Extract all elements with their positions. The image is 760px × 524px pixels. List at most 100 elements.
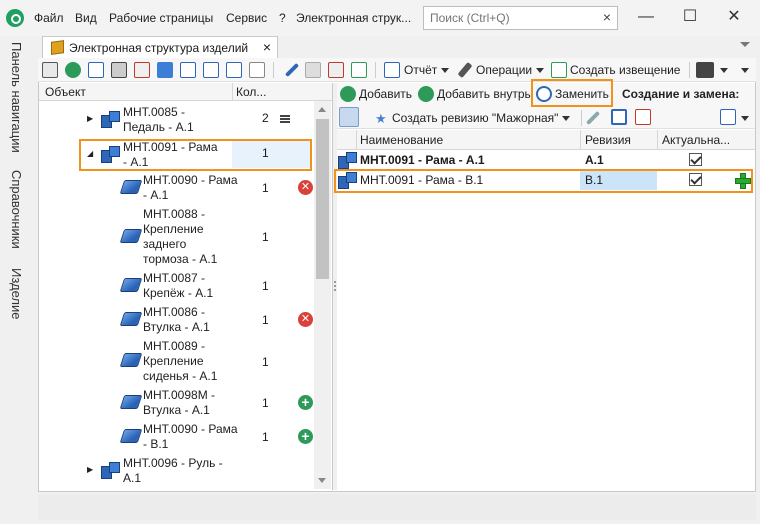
pencil-icon[interactable] — [284, 62, 300, 78]
grid-row[interactable]: МНТ.0091 - Рама - В.1 В.1 — [337, 170, 753, 191]
side-tab-navigation[interactable]: Панель навигации — [9, 42, 24, 153]
column-count[interactable]: Кол... — [236, 85, 266, 99]
create-notice-button[interactable]: Создать извещение — [570, 63, 680, 77]
tree-row-label: МНТ.0090 - Рама - В.1 — [143, 422, 238, 451]
toolbar-separator — [375, 62, 376, 78]
tree-row[interactable]: МНТ.0098М - Втулка - А.1 1 + — [39, 388, 315, 418]
check-icon[interactable] — [351, 62, 367, 78]
tree-row[interactable]: МНТ.0090 - Рама - В.1 1 + — [39, 422, 315, 452]
add-status-icon: + — [298, 429, 313, 444]
tree-row[interactable]: МНТ.0088 - Крепление заднего тормоза - А… — [39, 207, 315, 269]
tree-row[interactable]: ▶ МНТ.0085 - Педаль - А.1 2 — [39, 105, 315, 135]
scroll-up-icon[interactable] — [318, 107, 326, 112]
columns-dropdown[interactable] — [737, 111, 749, 125]
part-icon — [119, 395, 143, 409]
menu-icon[interactable] — [280, 115, 290, 123]
delete-icon[interactable] — [328, 62, 344, 78]
report-icon — [384, 62, 400, 78]
actual-checkbox[interactable] — [689, 173, 702, 186]
cad-icon[interactable] — [249, 62, 265, 78]
paste-icon[interactable] — [134, 62, 150, 78]
columns-icon[interactable] — [720, 109, 736, 125]
replace-button[interactable]: Заменить — [555, 87, 609, 101]
tree-row-count: 1 — [262, 355, 269, 369]
tree-row[interactable]: МНТ.0087 - Крепёж - А.1 1 — [39, 271, 315, 301]
tree-row-label: МНТ.0096 - Руль - А.1 — [123, 456, 223, 485]
create-revision-button[interactable]: Создать ревизию "Мажорная" — [392, 111, 571, 125]
more-dropdown[interactable] — [737, 63, 749, 77]
part-icon — [119, 229, 143, 243]
add-icon[interactable] — [65, 62, 81, 78]
table-icon[interactable] — [88, 62, 104, 78]
tree-row[interactable]: ◢ МНТ.0091 - Рама - А.1 1 — [39, 140, 315, 170]
save-revision-icon[interactable] — [611, 109, 627, 125]
hammer-icon — [457, 61, 473, 79]
tree-row[interactable]: ▶ МНТ.0096 - Руль - А.1 — [39, 456, 315, 486]
collapse-icon[interactable]: ◢ — [87, 149, 93, 158]
edit-icon[interactable] — [42, 62, 58, 78]
add-check-icon — [340, 86, 356, 102]
tree-scrollbar[interactable] — [314, 101, 331, 489]
copy-icon[interactable] — [111, 62, 127, 78]
operations-label: Операции — [476, 63, 533, 77]
grid-icon[interactable] — [226, 62, 242, 78]
list-icon[interactable] — [180, 62, 196, 78]
tree-row-count: 1 — [262, 430, 269, 444]
checklist-icon[interactable] — [203, 62, 219, 78]
print-dropdown[interactable] — [716, 63, 728, 77]
tree-row-count: 1 — [262, 230, 269, 244]
column-actual[interactable]: Актуальна... — [662, 133, 730, 147]
report-menu[interactable]: Отчёт — [404, 63, 450, 77]
close-window-button[interactable]: ✕ — [720, 6, 748, 28]
expand-icon[interactable]: ▶ — [87, 114, 93, 123]
remove-status-icon: ✕ — [298, 312, 313, 327]
tree-row-label: МНТ.0091 - Рама - А.1 — [123, 140, 218, 169]
menu-file[interactable]: Файл — [34, 11, 64, 25]
scroll-thumb[interactable] — [316, 119, 329, 279]
toolbar-separator — [689, 62, 690, 78]
chevron-down-icon — [741, 68, 749, 74]
tree-row[interactable]: МНТ.0086 - Втулка - А.1 1 ✕ — [39, 305, 315, 335]
tree-icon[interactable] — [157, 62, 173, 78]
printer-icon[interactable] — [696, 62, 714, 78]
menu-service[interactable]: Сервис — [226, 11, 267, 25]
tab-list-dropdown-icon[interactable] — [740, 42, 750, 47]
tree-row[interactable]: МНТ.0089 - Крепление сиденья - А.1 1 — [39, 339, 315, 385]
minimize-button[interactable]: — — [632, 6, 660, 28]
search-input[interactable] — [424, 7, 584, 29]
side-tab-product[interactable]: Изделие — [9, 268, 24, 319]
close-tab-icon[interactable]: × — [263, 39, 271, 55]
add-status-icon: + — [298, 395, 313, 410]
tree-row-count: 1 — [262, 279, 269, 293]
document-tab[interactable]: Электронная структура изделий × — [42, 36, 278, 58]
column-object[interactable]: Объект — [45, 85, 86, 99]
side-tab-references[interactable]: Справочники — [9, 170, 24, 249]
save-icon[interactable] — [305, 62, 321, 78]
tree-row-label: МНТ.0086 - Втулка - А.1 — [143, 305, 210, 334]
add-button[interactable]: Добавить — [359, 87, 412, 101]
chevron-down-icon — [720, 68, 728, 74]
column-name[interactable]: Наименование — [360, 133, 443, 147]
clear-search-icon[interactable]: × — [603, 9, 611, 25]
expand-icon[interactable]: ▶ — [87, 465, 93, 474]
edit-pencil-icon[interactable] — [585, 110, 601, 126]
actual-checkbox[interactable] — [689, 153, 702, 166]
search-box[interactable]: × — [423, 6, 618, 30]
chevron-down-icon — [536, 68, 545, 74]
part-icon — [119, 429, 143, 443]
menu-view[interactable]: Вид — [75, 11, 97, 25]
column-revision[interactable]: Ревизия — [585, 133, 631, 147]
add-inside-button[interactable]: Добавить внутрь — [437, 87, 531, 101]
grid-row[interactable]: МНТ.0091 - Рама - А.1 А.1 — [337, 150, 753, 171]
document-tab-label: Электронная структура изделий — [69, 41, 249, 55]
menu-workpages[interactable]: Рабочие страницы — [109, 11, 213, 25]
maximize-button[interactable]: ☐ — [676, 6, 704, 28]
operations-menu[interactable]: Операции — [476, 63, 545, 77]
delete-revision-icon[interactable] — [635, 109, 651, 125]
link-icon[interactable] — [339, 107, 359, 127]
tree-row-label: МНТ.0090 - Рама - А.1 — [143, 173, 238, 202]
star-icon: ★ — [375, 111, 387, 126]
scroll-down-icon[interactable] — [318, 478, 326, 483]
menu-help[interactable]: ? — [279, 11, 286, 25]
tree-row[interactable]: МНТ.0090 - Рама - А.1 1 ✕ — [39, 173, 315, 203]
